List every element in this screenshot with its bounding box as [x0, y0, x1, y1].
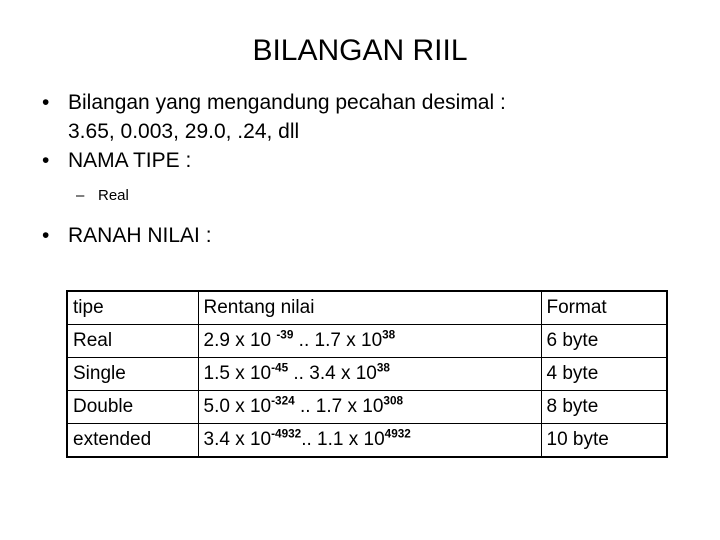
range-low-exponent: -45 [271, 361, 289, 375]
range-high-exponent: 38 [376, 361, 390, 375]
range-high-mantissa: 1.7 x 10 [314, 329, 383, 351]
range-low-mantissa: 2.9 x 10 [203, 329, 277, 351]
cell-format: 8 byte [540, 390, 668, 424]
cell-format: 10 byte [540, 423, 668, 458]
cell-tipe: extended [66, 423, 199, 458]
bullet-item-1: • Bilangan yang mengandung pecahan desim… [32, 88, 692, 146]
table-header-tipe: tipe [66, 290, 199, 325]
cell-tipe: Real [66, 324, 199, 358]
cell-tipe: Single [66, 357, 199, 391]
range-high-exponent: 38 [382, 328, 396, 342]
range-separator: .. [301, 428, 318, 450]
range-separator: .. [293, 329, 315, 351]
range-separator: .. [294, 395, 316, 417]
bullet-item-1-label: Bilangan yang mengandung pecahan desimal… [68, 91, 506, 114]
bullet-dash-icon: – [76, 187, 85, 204]
sub-bullet-item-1: – Real [32, 183, 692, 209]
range-low-mantissa: 5.0 x 10 [203, 395, 272, 417]
cell-format: 6 byte [540, 324, 668, 358]
cell-range: 2.9 x 10 -39 .. 1.7 x 1038 [197, 324, 542, 358]
bullet-item-3: • RANAH NILAI : [32, 221, 692, 250]
table-header-row: tipe Rentang nilai Format [66, 290, 668, 325]
range-high-exponent: 308 [383, 394, 404, 408]
cell-range: 5.0 x 10-324 .. 1.7 x 10308 [197, 390, 542, 424]
range-separator: .. [288, 362, 310, 384]
cell-format: 4 byte [540, 357, 668, 391]
table-row: Double 5.0 x 10-324 .. 1.7 x 10308 8 byt… [66, 390, 668, 424]
table-row: Single 1.5 x 10-45 .. 3.4 x 1038 4 byte [66, 357, 668, 391]
range-high-exponent: 4932 [384, 427, 411, 441]
slide-canvas: BILANGAN RIIL • Bilangan yang mengandung… [0, 0, 720, 540]
table-header-format: Format [540, 290, 668, 325]
range-high-mantissa: 1.7 x 10 [315, 395, 384, 417]
cell-tipe: Double [66, 390, 199, 424]
range-low-exponent: -4932 [271, 427, 302, 441]
range-low-mantissa: 1.5 x 10 [203, 362, 272, 384]
data-type-range-table: tipe Rentang nilai Format Real 2.9 x 10 … [66, 290, 668, 458]
bullet-item-3-label: RANAH NILAI : [68, 224, 212, 247]
table-header-range: Rentang nilai [197, 290, 542, 325]
slide-body: • Bilangan yang mengandung pecahan desim… [32, 88, 692, 250]
range-low-exponent: -324 [271, 394, 295, 408]
range-low-mantissa: 3.4 x 10 [203, 428, 272, 450]
bullet-item-1-examples: 3.65, 0.003, 29.0, .24, dll [68, 120, 300, 143]
table-row: Real 2.9 x 10 -39 .. 1.7 x 1038 6 byte [66, 324, 668, 358]
bullet-item-2-label: NAMA TIPE : [68, 149, 192, 172]
cell-range: 1.5 x 10-45 .. 3.4 x 1038 [197, 357, 542, 391]
bullet-dot-icon: • [42, 149, 50, 172]
page-title: BILANGAN RIIL [252, 34, 468, 67]
range-high-mantissa: 1.1 x 10 [317, 428, 385, 450]
range-low-exponent: -39 [276, 328, 294, 342]
sub-bullet-item-1-label: Real [98, 187, 129, 204]
cell-range: 3.4 x 10-4932.. 1.1 x 104932 [197, 423, 542, 458]
bullet-dot-icon: • [42, 91, 50, 114]
bullet-dot-icon: • [42, 224, 50, 247]
table-row: extended 3.4 x 10-4932.. 1.1 x 104932 10… [66, 423, 668, 458]
range-high-mantissa: 3.4 x 10 [309, 362, 377, 384]
bullet-item-2: • NAMA TIPE : [32, 146, 692, 175]
